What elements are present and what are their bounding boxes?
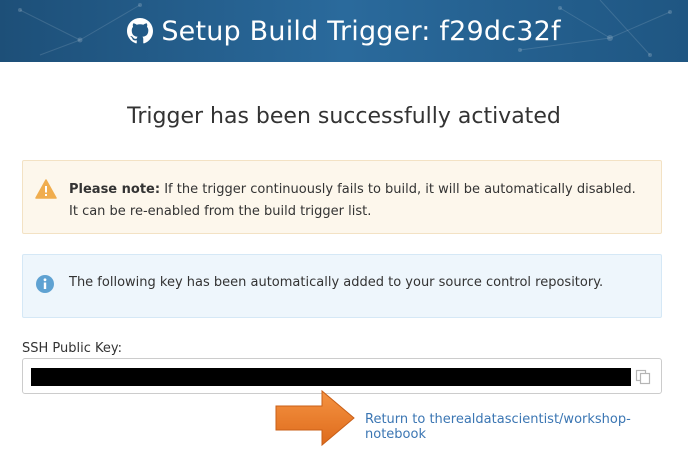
ssh-key-value[interactable]: ssh-rsa ████████████████████████████████… [31,368,631,386]
warning-label: Please note: [69,182,161,197]
warning-triangle-icon [35,179,57,207]
github-icon [127,18,154,44]
copy-icon[interactable] [635,369,651,385]
info-circle-icon [35,274,55,302]
warning-alert: Please note: If the trigger continuously… [22,160,662,234]
page-header: Setup Build Trigger: f29dc32f [0,0,688,62]
info-text: The following key has been automatically… [69,275,604,290]
info-alert: The following key has been automatically… [22,254,662,318]
ssh-key-label: SSH Public Key: [22,341,123,356]
activation-message: Trigger has been successfully activated [127,104,561,129]
orange-arrow-icon [272,388,362,453]
page-title: Setup Build Trigger: f29dc32f [161,15,561,47]
return-to-repo-link[interactable]: Return to therealdatascientist/workshop-… [365,412,688,442]
